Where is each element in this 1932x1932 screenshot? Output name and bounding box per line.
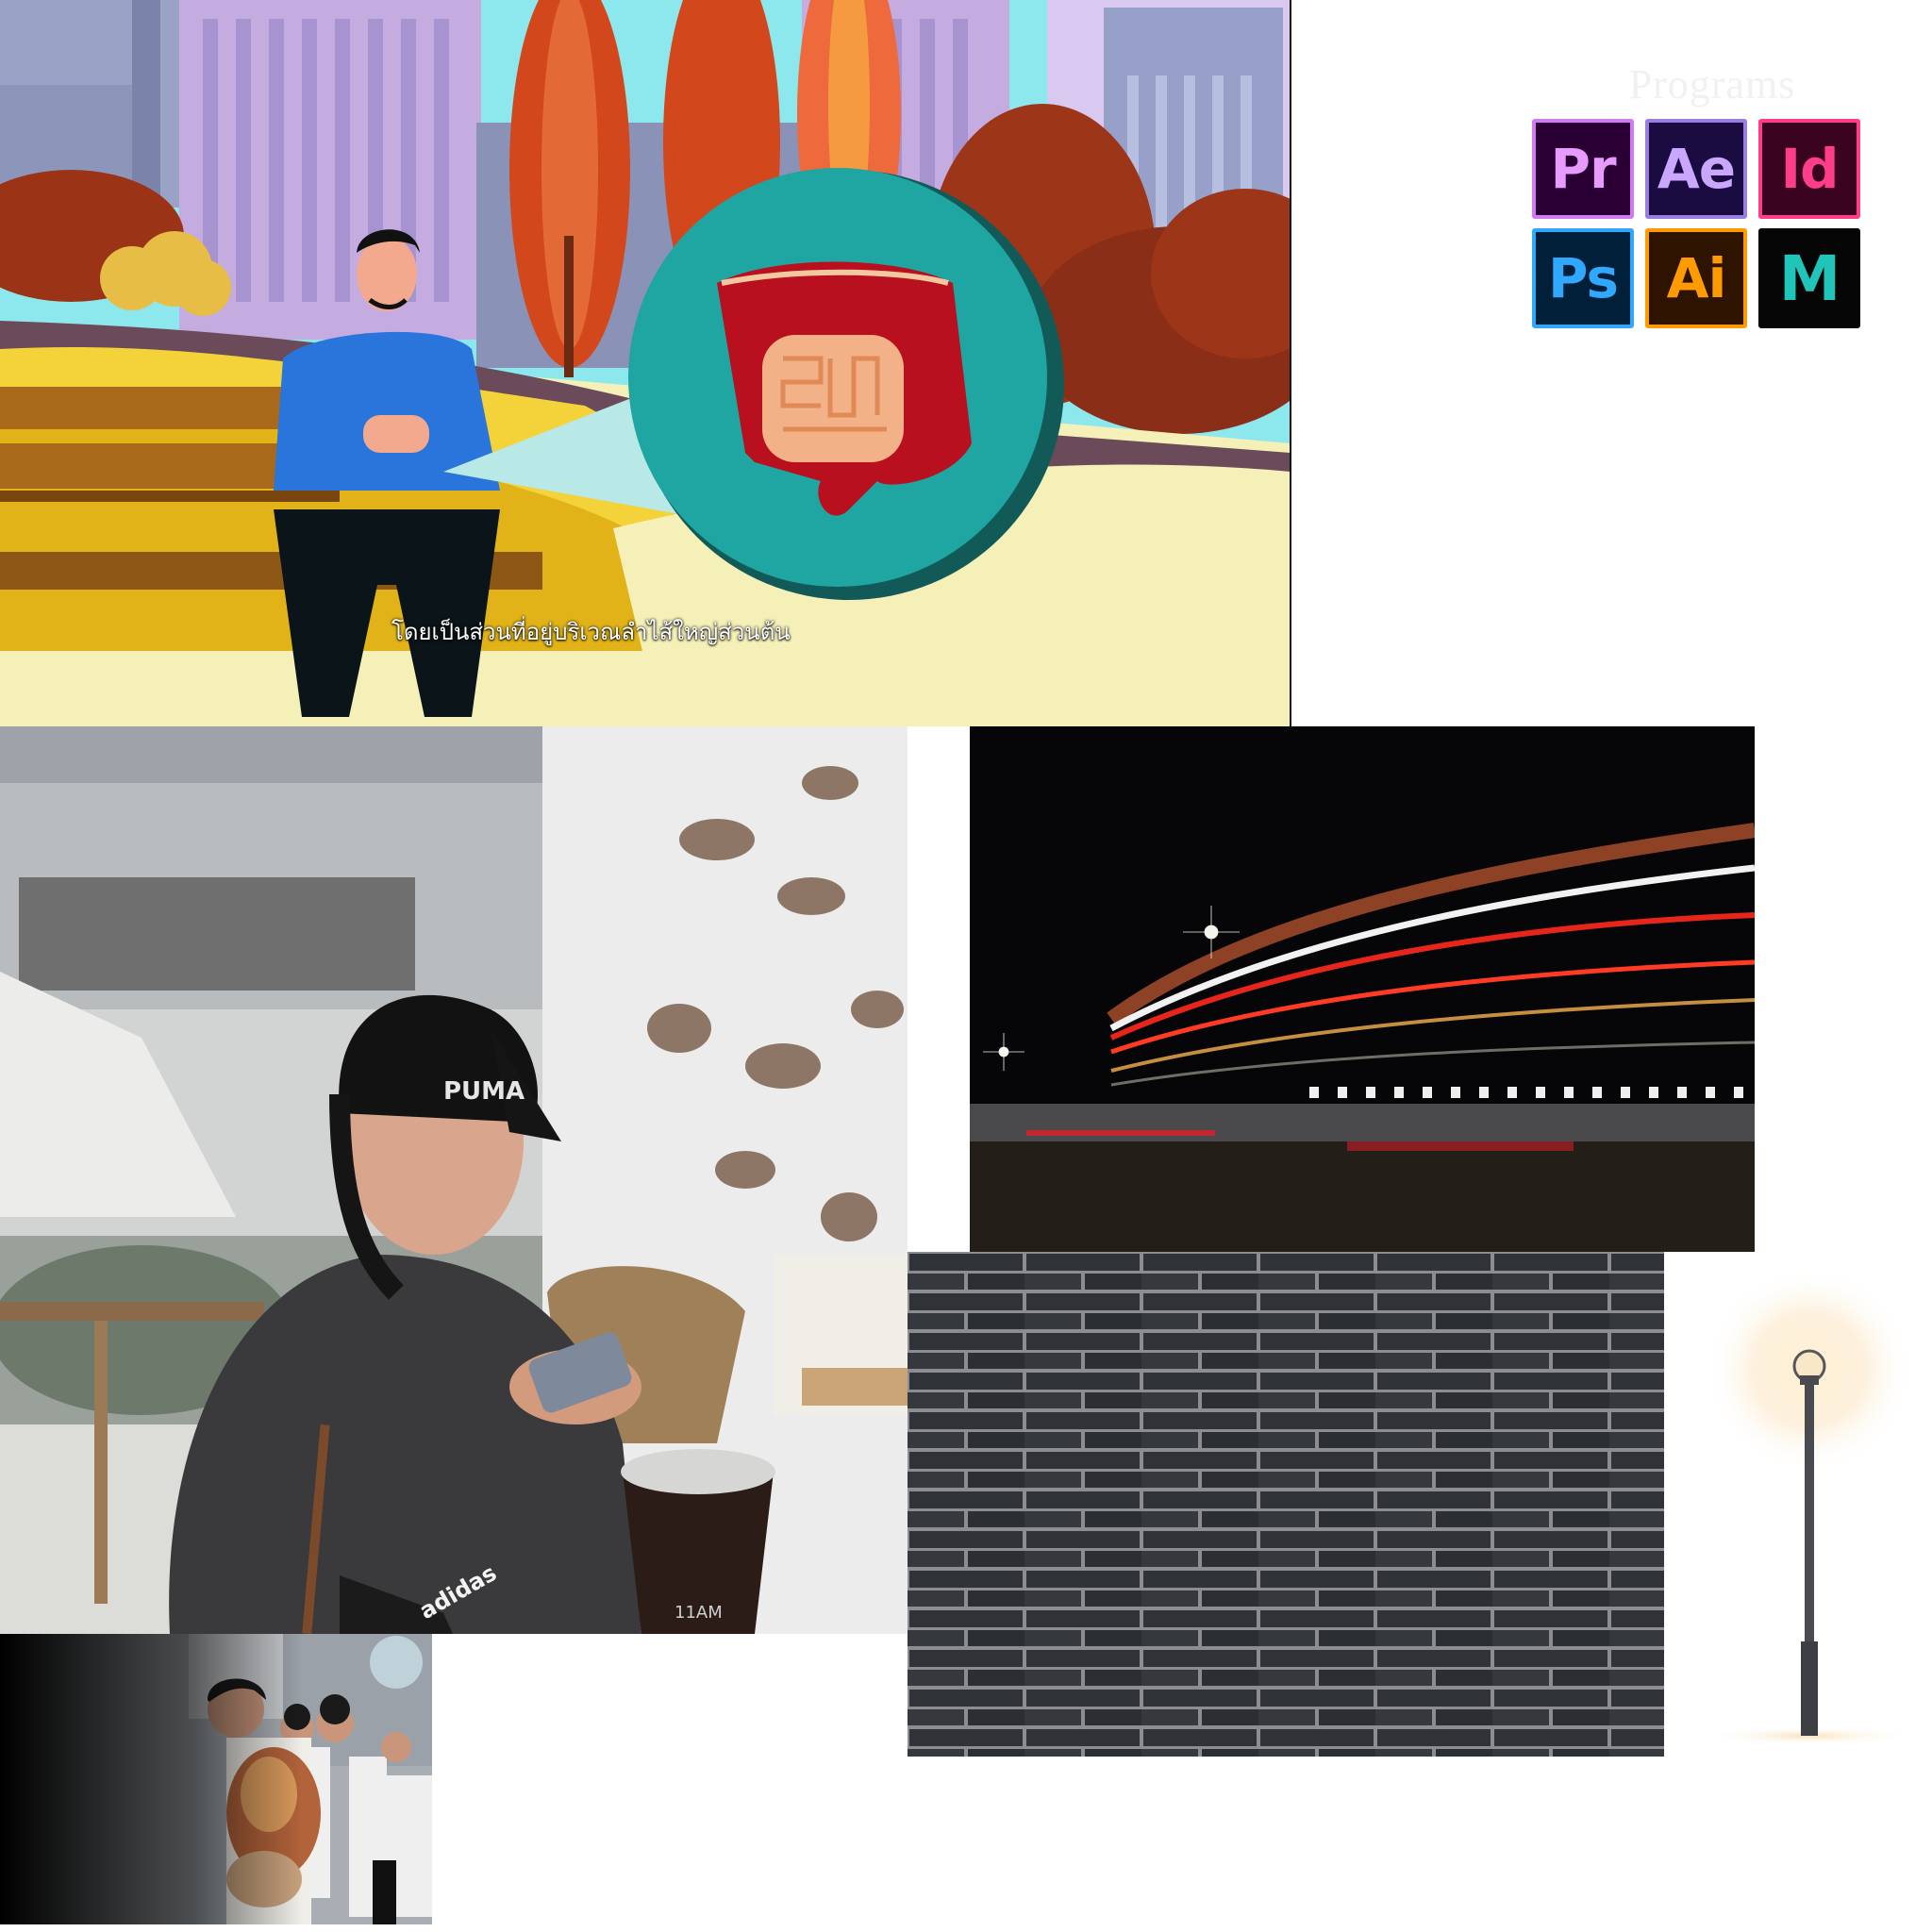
animation-still: โดยเป็นส่วนที่อยู่บริเวณลำไส้ใหญ่ส่วนต้น xyxy=(0,0,1291,726)
night-light-trails-photo xyxy=(970,726,1755,1252)
after-effects-icon: Ae xyxy=(1645,119,1747,219)
graduation-photo xyxy=(0,1634,432,1924)
street-lamp-image xyxy=(1706,1266,1913,1745)
cup-brand-text: 11AM xyxy=(675,1603,723,1623)
maya-icon: M xyxy=(1758,228,1860,328)
cafe-portrait-photo: PUMA 11AM adidas xyxy=(0,726,908,1634)
photoshop-icon: Ps xyxy=(1532,228,1634,328)
video-subtitle: โดยเป็นส่วนที่อยู่บริเวณลำไส้ใหญ่ส่วนต้น xyxy=(391,619,791,645)
cafe-portrait-image: PUMA 11AM adidas xyxy=(0,726,908,1634)
divider-line xyxy=(1290,0,1291,726)
programs-title: Programs xyxy=(1628,61,1796,108)
street-lamp-illustration xyxy=(1689,1255,1924,1764)
premiere-pro-icon: Pr xyxy=(1532,119,1634,219)
indesign-icon: Id xyxy=(1758,119,1860,219)
illustrator-icon: Ai xyxy=(1645,228,1747,328)
cap-logo-text: PUMA xyxy=(443,1077,525,1106)
dark-brick-wall-photo xyxy=(908,1252,1664,1757)
night-light-trails-image xyxy=(970,726,1755,1252)
graduation-image xyxy=(0,1634,432,1924)
dark-brick-wall-image xyxy=(908,1252,1664,1757)
